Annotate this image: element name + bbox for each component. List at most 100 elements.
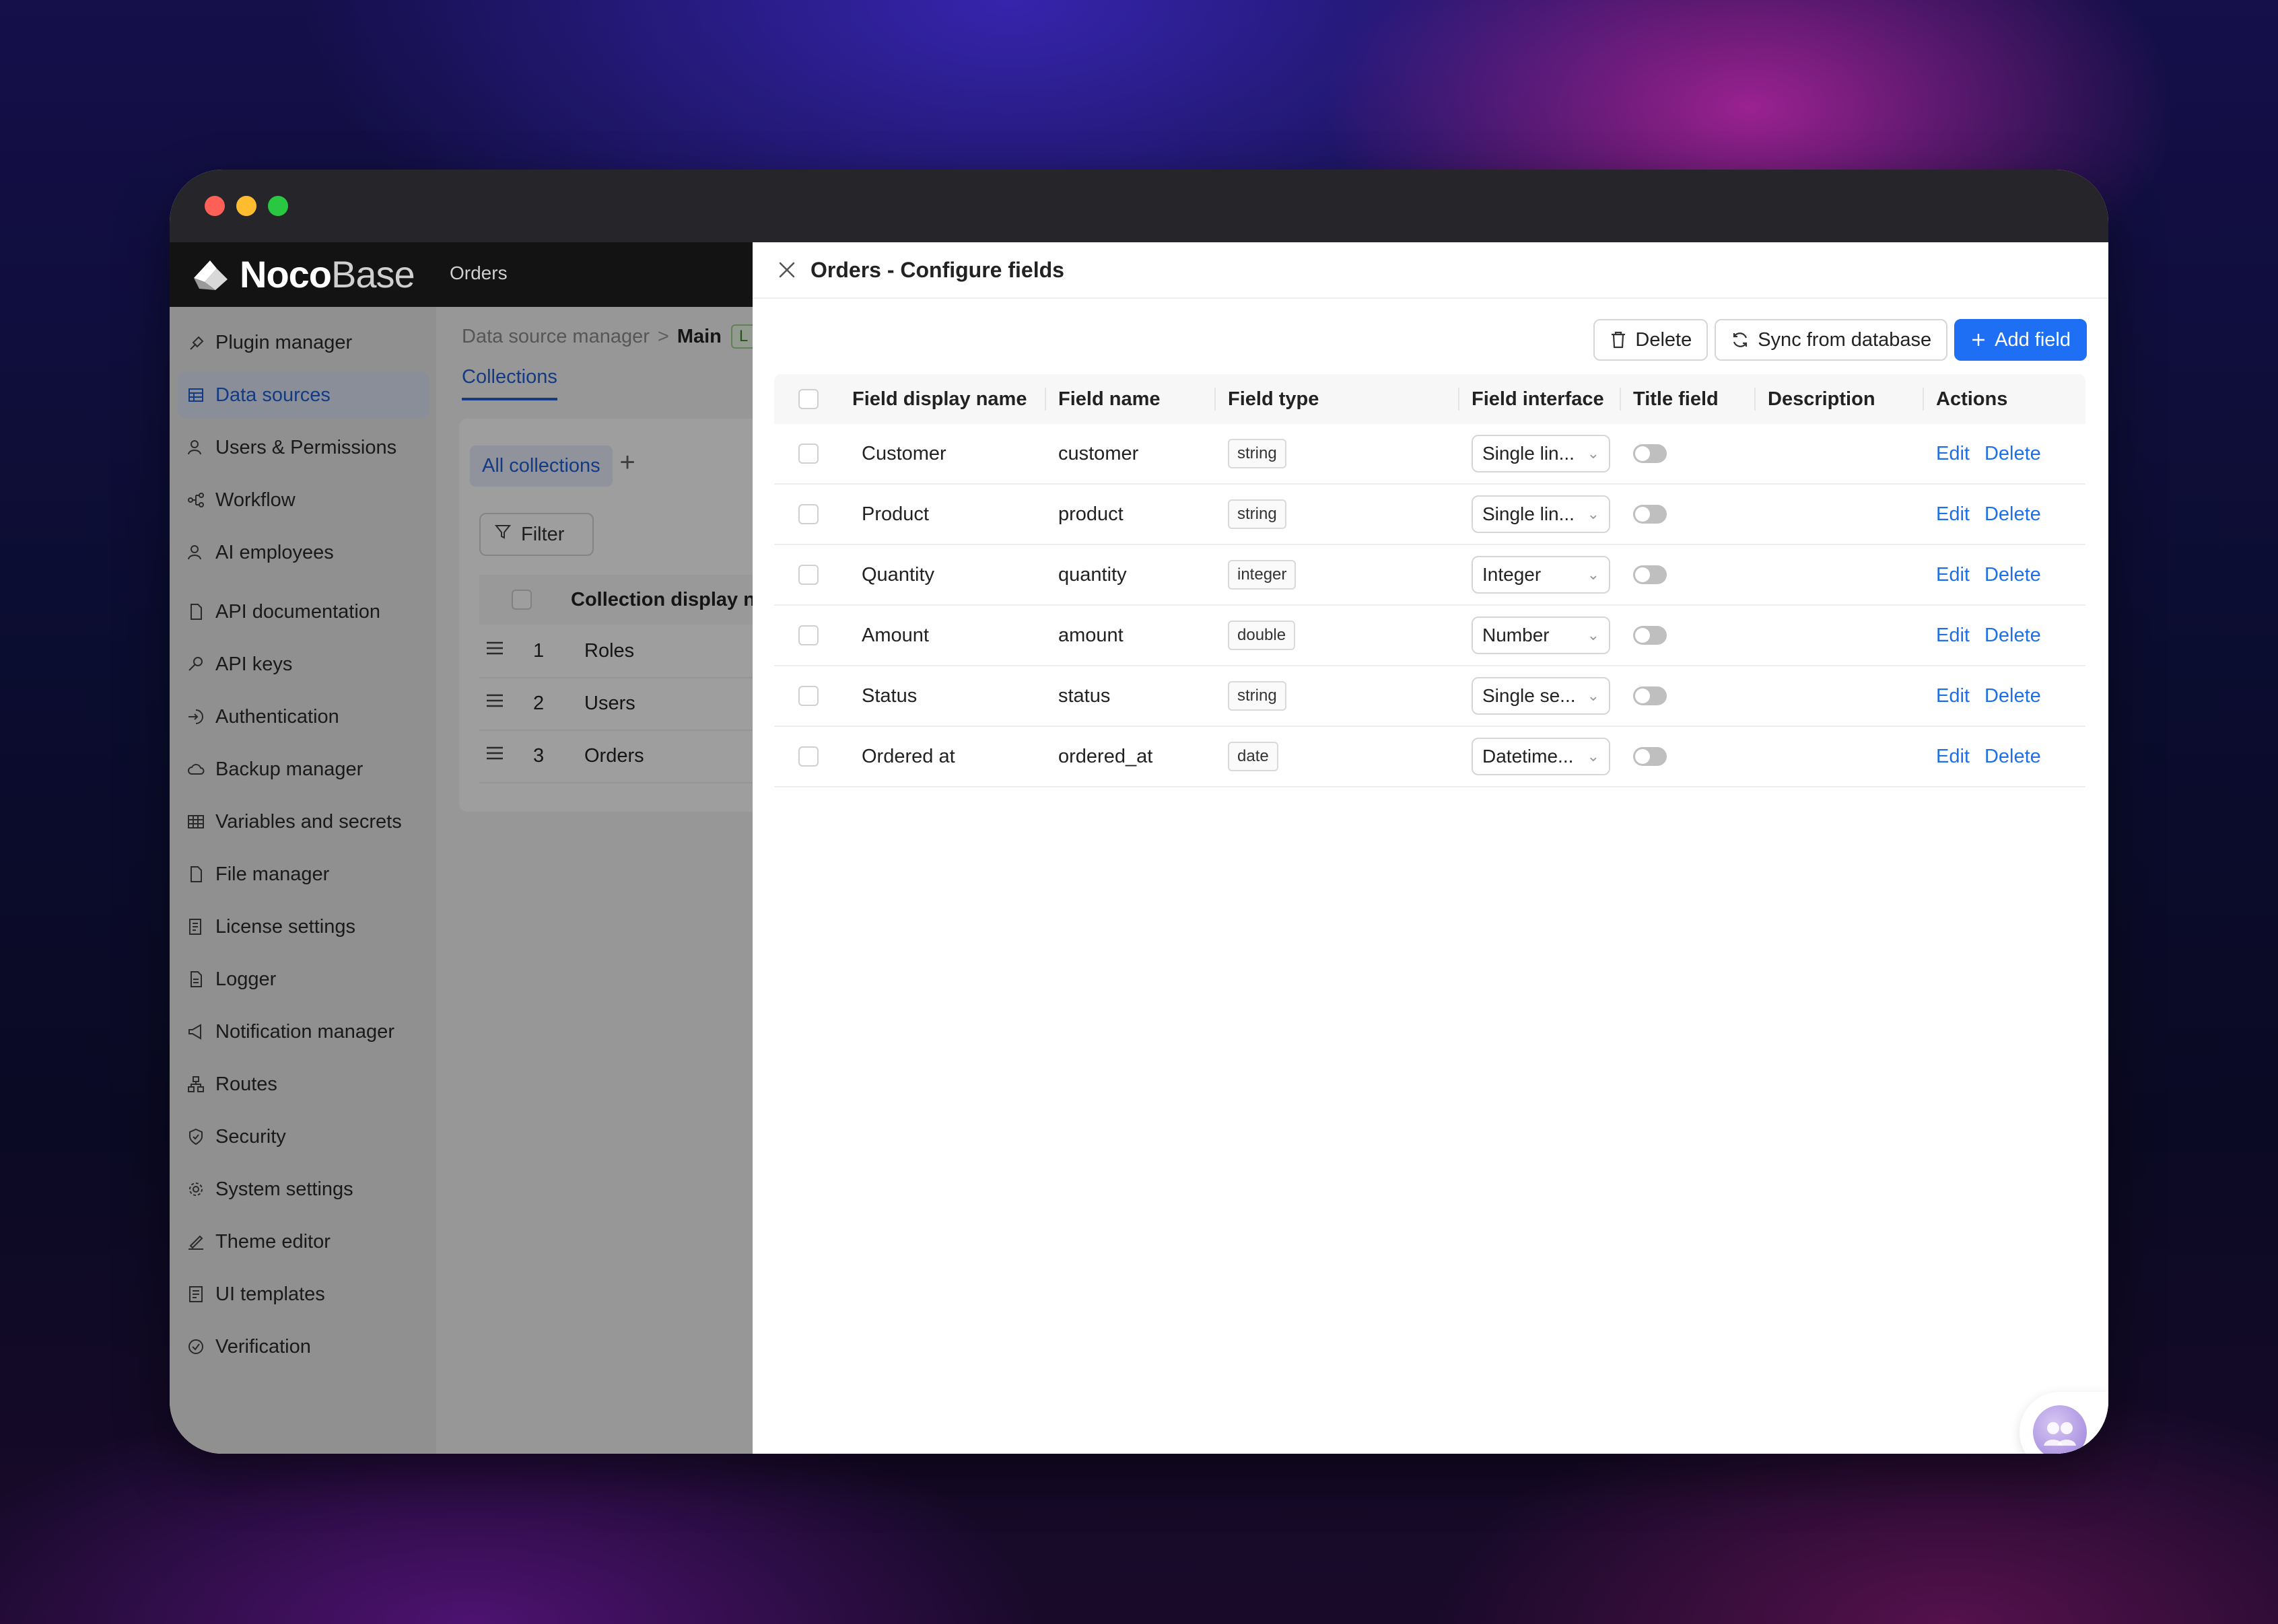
title-field-cell: [1633, 606, 1667, 665]
actions-cell: Edit Delete: [1936, 545, 2056, 604]
delete-link[interactable]: Delete: [1984, 685, 2041, 707]
field-interface-value: Number: [1482, 625, 1550, 645]
column-header-field-type: Field type: [1228, 388, 1319, 410]
field-name: amount: [1058, 624, 1124, 646]
field-display-name: Amount: [862, 624, 929, 646]
field-interface-value: Datetime...: [1482, 746, 1574, 767]
top-menu-item-orders[interactable]: Orders: [450, 262, 508, 284]
row-checkbox-cell: [798, 666, 819, 726]
close-icon[interactable]: [775, 258, 798, 281]
logo-text-bold: Noco: [240, 252, 332, 295]
delete-link[interactable]: Delete: [1984, 564, 2041, 586]
title-field-toggle[interactable]: [1633, 747, 1667, 766]
drawer-toolbar: Delete Sync from database Add field: [1593, 319, 2087, 361]
ai-avatar-icon: [2033, 1405, 2087, 1454]
delete-button[interactable]: Delete: [1593, 319, 1708, 361]
table-row: Product product string Single lin... ⌄ Edit De…: [774, 485, 2085, 545]
fields-table: Field display name Field name Field type…: [774, 374, 2085, 787]
column-header-field-interface: Field interface: [1472, 388, 1604, 410]
field-type-tag: string: [1228, 499, 1286, 529]
select-all-fields-checkbox[interactable]: [798, 389, 819, 409]
title-field-cell: [1633, 727, 1667, 786]
column-divider: [1458, 388, 1459, 411]
field-name: status: [1058, 684, 1111, 707]
title-field-toggle[interactable]: [1633, 626, 1667, 645]
title-field-toggle[interactable]: [1633, 686, 1667, 705]
chevron-down-icon: ⌄: [1587, 627, 1599, 643]
delete-link[interactable]: Delete: [1984, 625, 2041, 647]
zoom-window-button[interactable]: [268, 196, 288, 216]
field-display-name: Quantity: [862, 563, 934, 586]
title-field-toggle[interactable]: [1633, 505, 1667, 524]
column-header-field-name: Field name: [1058, 388, 1161, 410]
row-checkbox[interactable]: [798, 625, 819, 645]
field-interface-select[interactable]: Single lin... ⌄: [1472, 435, 1610, 472]
row-checkbox[interactable]: [798, 686, 819, 706]
delete-link[interactable]: Delete: [1984, 503, 2041, 526]
delete-button-label: Delete: [1635, 328, 1692, 351]
field-interface-value: Single lin...: [1482, 503, 1575, 524]
logo-text-light: Base: [331, 252, 415, 295]
plus-icon: [1970, 332, 1987, 348]
field-interface-select[interactable]: Single se... ⌄: [1472, 677, 1610, 715]
table-row: Ordered at ordered_at date Datetime... ⌄ Edit…: [774, 727, 2085, 787]
row-checkbox[interactable]: [798, 444, 819, 464]
row-checkbox[interactable]: [798, 565, 819, 585]
delete-link[interactable]: Delete: [1984, 746, 2041, 768]
title-field-cell: [1633, 485, 1667, 544]
edit-link[interactable]: Edit: [1936, 746, 1970, 768]
field-type-tag: string: [1228, 439, 1286, 468]
field-name: customer: [1058, 442, 1139, 464]
field-display-name: Status: [862, 684, 918, 707]
edit-link[interactable]: Edit: [1936, 503, 1970, 526]
table-row: Customer customer string Single lin... ⌄ Edit…: [774, 424, 2085, 485]
column-divider: [1620, 388, 1621, 411]
field-type-cell: string: [1228, 424, 1286, 483]
field-name: product: [1058, 503, 1124, 525]
table-row: Amount amount double Number ⌄ Edit Delete: [774, 606, 2085, 666]
edit-link[interactable]: Edit: [1936, 564, 1970, 586]
title-field-cell: [1633, 545, 1667, 604]
field-display-name: Ordered at: [862, 745, 955, 767]
field-type-cell: double: [1228, 606, 1296, 665]
field-display-name: Product: [862, 503, 929, 525]
row-checkbox-cell: [798, 485, 819, 544]
field-interface-select[interactable]: Single lin... ⌄: [1472, 495, 1610, 533]
row-checkbox[interactable]: [798, 504, 819, 524]
row-checkbox-cell: [798, 545, 819, 604]
edit-link[interactable]: Edit: [1936, 443, 1970, 465]
close-window-button[interactable]: [205, 196, 225, 216]
column-header-title-field: Title field: [1633, 388, 1719, 410]
field-type-cell: string: [1228, 666, 1286, 726]
edit-link[interactable]: Edit: [1936, 685, 1970, 707]
chevron-down-icon: ⌄: [1587, 505, 1599, 522]
drawer-mask[interactable]: [170, 307, 753, 1454]
field-interface-select[interactable]: Datetime... ⌄: [1472, 738, 1610, 775]
field-interface-value: Integer: [1482, 564, 1542, 585]
table-row: Quantity quantity integer Integer ⌄ Edit Delet…: [774, 545, 2085, 606]
field-type-tag: integer: [1228, 560, 1297, 590]
row-checkbox-cell: [798, 424, 819, 483]
minimize-window-button[interactable]: [236, 196, 256, 216]
title-field-cell: [1633, 666, 1667, 726]
field-interface-value: Single lin...: [1482, 443, 1575, 464]
column-header-field-display-name: Field display name: [852, 388, 1027, 410]
row-checkbox[interactable]: [798, 746, 819, 767]
title-field-toggle[interactable]: [1633, 444, 1667, 463]
sync-from-database-button[interactable]: Sync from database: [1715, 319, 1948, 361]
title-field-toggle[interactable]: [1633, 565, 1667, 584]
row-checkbox-cell: [798, 606, 819, 665]
drawer-header: Orders - Configure fields: [753, 242, 2108, 299]
table-row: Status status string Single se... ⌄ Edit Delet…: [774, 666, 2085, 727]
add-field-button[interactable]: Add field: [1954, 319, 2087, 361]
edit-link[interactable]: Edit: [1936, 625, 1970, 647]
ai-assistant-bubble[interactable]: [2020, 1392, 2108, 1454]
field-type-cell: string: [1228, 485, 1286, 544]
field-interface-select[interactable]: Number ⌄: [1472, 616, 1610, 654]
field-interface-select[interactable]: Integer ⌄: [1472, 556, 1610, 594]
delete-link[interactable]: Delete: [1984, 443, 2041, 465]
row-checkbox-cell: [798, 727, 819, 786]
sync-button-label: Sync from database: [1758, 328, 1932, 351]
logo[interactable]: NocoBase: [190, 252, 415, 296]
field-interface-cell: Single lin... ⌄: [1472, 485, 1610, 544]
